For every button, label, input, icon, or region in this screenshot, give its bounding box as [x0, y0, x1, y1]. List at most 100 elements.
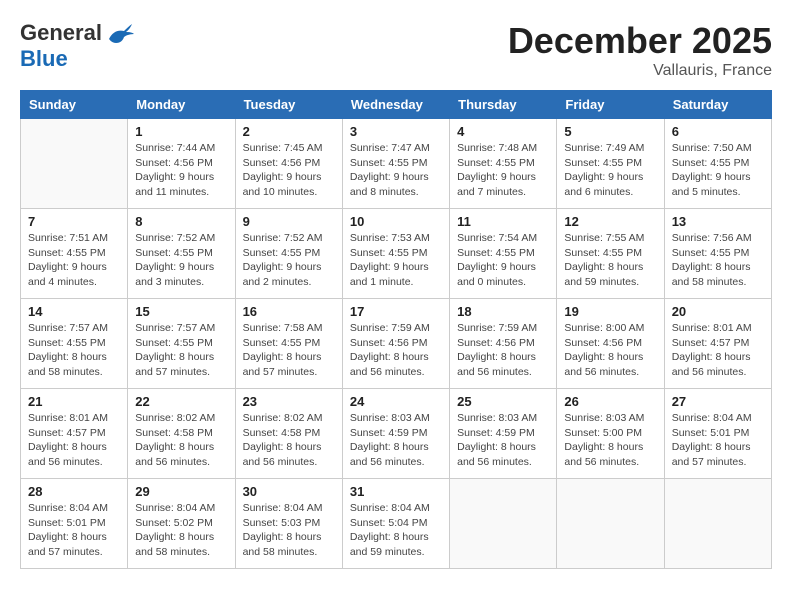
day-number: 31 [350, 484, 442, 499]
calendar-week-row: 28 Sunrise: 8:04 AMSunset: 5:01 PMDayligh… [21, 479, 772, 569]
logo: General Blue [20, 20, 134, 72]
calendar-cell: 20 Sunrise: 8:01 AMSunset: 4:57 PMDayligh… [664, 299, 771, 389]
day-info: Sunrise: 7:56 AMSunset: 4:55 PMDaylight:… [672, 231, 764, 290]
calendar-cell [557, 479, 664, 569]
day-number: 17 [350, 304, 442, 319]
calendar-cell: 4 Sunrise: 7:48 AMSunset: 4:55 PMDaylight… [450, 119, 557, 209]
day-info: Sunrise: 8:02 AMSunset: 4:58 PMDaylight:… [243, 411, 335, 470]
day-number: 23 [243, 394, 335, 409]
calendar-week-row: 1 Sunrise: 7:44 AMSunset: 4:56 PMDaylight… [21, 119, 772, 209]
day-number: 15 [135, 304, 227, 319]
day-info: Sunrise: 8:04 AMSunset: 5:01 PMDaylight:… [28, 501, 120, 560]
day-info: Sunrise: 8:04 AMSunset: 5:02 PMDaylight:… [135, 501, 227, 560]
day-info: Sunrise: 7:54 AMSunset: 4:55 PMDaylight:… [457, 231, 549, 290]
calendar-cell: 18 Sunrise: 7:59 AMSunset: 4:56 PMDayligh… [450, 299, 557, 389]
day-number: 9 [243, 214, 335, 229]
day-number: 18 [457, 304, 549, 319]
weekday-header: Monday [128, 91, 235, 119]
day-number: 7 [28, 214, 120, 229]
day-info: Sunrise: 8:01 AMSunset: 4:57 PMDaylight:… [672, 321, 764, 380]
calendar-cell: 21Sunrise: 8:01 AMSunset: 4:57 PMDayligh… [21, 389, 128, 479]
calendar-cell: 11 Sunrise: 7:54 AMSunset: 4:55 PMDayligh… [450, 209, 557, 299]
day-number: 19 [564, 304, 656, 319]
day-number: 2 [243, 124, 335, 139]
day-info: Sunrise: 8:04 AMSunset: 5:04 PMDaylight:… [350, 501, 442, 560]
day-number: 28 [28, 484, 120, 499]
day-info: Sunrise: 8:02 AMSunset: 4:58 PMDaylight:… [135, 411, 227, 470]
day-number: 16 [243, 304, 335, 319]
day-info: Sunrise: 7:57 AMSunset: 4:55 PMDaylight:… [135, 321, 227, 380]
weekday-header: Thursday [450, 91, 557, 119]
day-info: Sunrise: 8:04 AMSunset: 5:03 PMDaylight:… [243, 501, 335, 560]
calendar-cell: 13 Sunrise: 7:56 AMSunset: 4:55 PMDayligh… [664, 209, 771, 299]
day-info: Sunrise: 7:47 AMSunset: 4:55 PMDaylight:… [350, 141, 442, 200]
day-info: Sunrise: 7:48 AMSunset: 4:55 PMDaylight:… [457, 141, 549, 200]
page-header: General Blue December 2025 Vallauris, Fr… [20, 20, 772, 80]
day-number: 26 [564, 394, 656, 409]
location-subtitle: Vallauris, France [508, 62, 772, 80]
calendar-cell: 9Sunrise: 7:52 AMSunset: 4:55 PMDaylight… [235, 209, 342, 299]
day-number: 22 [135, 394, 227, 409]
day-info: Sunrise: 7:45 AMSunset: 4:56 PMDaylight:… [243, 141, 335, 200]
day-number: 21 [28, 394, 120, 409]
day-number: 8 [135, 214, 227, 229]
calendar-table: SundayMondayTuesdayWednesdayThursdayFrid… [20, 90, 772, 569]
day-number: 24 [350, 394, 442, 409]
logo-general-text: General [20, 20, 102, 46]
calendar-week-row: 14 Sunrise: 7:57 AMSunset: 4:55 PMDayligh… [21, 299, 772, 389]
day-info: Sunrise: 7:53 AMSunset: 4:55 PMDaylight:… [350, 231, 442, 290]
title-area: December 2025 Vallauris, France [508, 20, 772, 80]
calendar-cell: 17 Sunrise: 7:59 AMSunset: 4:56 PMDayligh… [342, 299, 449, 389]
logo-bird-icon [104, 21, 134, 46]
day-number: 10 [350, 214, 442, 229]
calendar-cell: 12Sunrise: 7:55 AMSunset: 4:55 PMDayligh… [557, 209, 664, 299]
calendar-cell: 7 Sunrise: 7:51 AMSunset: 4:55 PMDaylight… [21, 209, 128, 299]
day-number: 13 [672, 214, 764, 229]
day-number: 14 [28, 304, 120, 319]
weekday-header: Wednesday [342, 91, 449, 119]
day-number: 30 [243, 484, 335, 499]
month-title: December 2025 [508, 20, 772, 62]
calendar-cell: 15 Sunrise: 7:57 AMSunset: 4:55 PMDayligh… [128, 299, 235, 389]
calendar-cell: 3 Sunrise: 7:47 AMSunset: 4:55 PMDaylight… [342, 119, 449, 209]
calendar-cell: 14Sunrise: 7:57 AMSunset: 4:55 PMDayligh… [21, 299, 128, 389]
calendar-cell: 5Sunrise: 7:49 AMSunset: 4:55 PMDaylight… [557, 119, 664, 209]
day-info: Sunrise: 7:59 AMSunset: 4:56 PMDaylight:… [350, 321, 442, 380]
day-info: Sunrise: 8:04 AMSunset: 5:01 PMDaylight:… [672, 411, 764, 470]
day-info: Sunrise: 7:50 AMSunset: 4:55 PMDaylight:… [672, 141, 764, 200]
day-number: 1 [135, 124, 227, 139]
calendar-cell: 1 Sunrise: 7:44 AMSunset: 4:56 PMDaylight… [128, 119, 235, 209]
calendar-cell: 31 Sunrise: 8:04 AMSunset: 5:04 PMDayligh… [342, 479, 449, 569]
calendar-week-row: 7 Sunrise: 7:51 AMSunset: 4:55 PMDaylight… [21, 209, 772, 299]
weekday-header: Friday [557, 91, 664, 119]
day-number: 5 [564, 124, 656, 139]
calendar-cell [664, 479, 771, 569]
day-info: Sunrise: 7:51 AMSunset: 4:55 PMDaylight:… [28, 231, 120, 290]
day-number: 11 [457, 214, 549, 229]
calendar-cell: 8 Sunrise: 7:52 AMSunset: 4:55 PMDaylight… [128, 209, 235, 299]
calendar-cell [21, 119, 128, 209]
calendar-cell: 10 Sunrise: 7:53 AMSunset: 4:55 PMDayligh… [342, 209, 449, 299]
day-info: Sunrise: 7:52 AMSunset: 4:55 PMDaylight:… [135, 231, 227, 290]
calendar-cell: 25Sunrise: 8:03 AMSunset: 4:59 PMDayligh… [450, 389, 557, 479]
day-info: Sunrise: 7:44 AMSunset: 4:56 PMDaylight:… [135, 141, 227, 200]
day-number: 20 [672, 304, 764, 319]
calendar-cell: 6Sunrise: 7:50 AMSunset: 4:55 PMDaylight… [664, 119, 771, 209]
calendar-week-row: 21Sunrise: 8:01 AMSunset: 4:57 PMDayligh… [21, 389, 772, 479]
calendar-cell: 26 Sunrise: 8:03 AMSunset: 5:00 PMDayligh… [557, 389, 664, 479]
calendar-cell: 2 Sunrise: 7:45 AMSunset: 4:56 PMDaylight… [235, 119, 342, 209]
day-number: 4 [457, 124, 549, 139]
calendar-cell: 30 Sunrise: 8:04 AMSunset: 5:03 PMDayligh… [235, 479, 342, 569]
day-number: 3 [350, 124, 442, 139]
day-info: Sunrise: 8:00 AMSunset: 4:56 PMDaylight:… [564, 321, 656, 380]
calendar-cell: 16 Sunrise: 7:58 AMSunset: 4:55 PMDayligh… [235, 299, 342, 389]
day-number: 27 [672, 394, 764, 409]
logo-blue-text: Blue [20, 46, 68, 72]
day-info: Sunrise: 8:03 AMSunset: 5:00 PMDaylight:… [564, 411, 656, 470]
day-info: Sunrise: 7:58 AMSunset: 4:55 PMDaylight:… [243, 321, 335, 380]
calendar-cell: 19 Sunrise: 8:00 AMSunset: 4:56 PMDayligh… [557, 299, 664, 389]
day-info: Sunrise: 8:03 AMSunset: 4:59 PMDaylight:… [457, 411, 549, 470]
day-info: Sunrise: 7:59 AMSunset: 4:56 PMDaylight:… [457, 321, 549, 380]
calendar-cell: 27 Sunrise: 8:04 AMSunset: 5:01 PMDayligh… [664, 389, 771, 479]
weekday-header: Saturday [664, 91, 771, 119]
